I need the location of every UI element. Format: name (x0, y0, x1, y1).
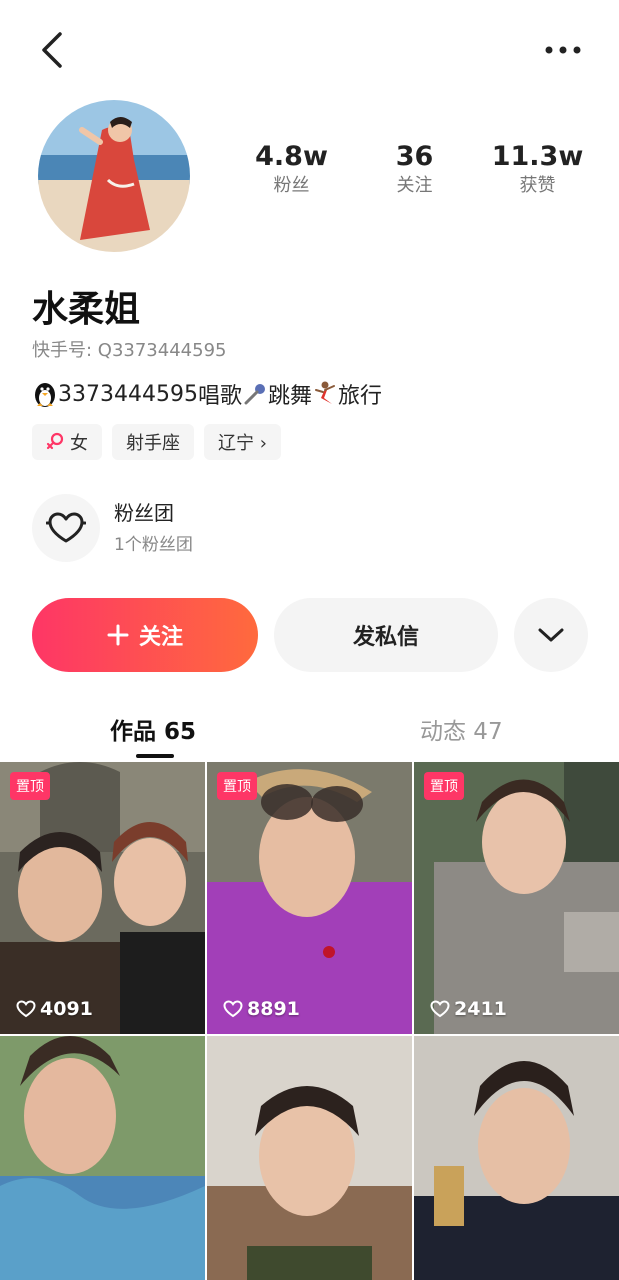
likes-label: 获赞 (519, 175, 556, 196)
tag-zodiac: 射手座 (112, 424, 194, 460)
video-thumbnail-image (0, 1036, 205, 1280)
following-count: 36 (395, 141, 434, 172)
microphone-icon (244, 384, 265, 405)
avatar[interactable] (38, 100, 190, 252)
followers-count: 4.8w (255, 141, 328, 172)
pinned-badge: 置顶 (217, 772, 257, 800)
bio-sing: 唱歌 (197, 384, 242, 409)
pinned-badge: 置顶 (424, 772, 464, 800)
heart-badge-icon (46, 512, 86, 543)
follow-button[interactable]: 关注 (32, 598, 258, 672)
more-dots-icon (545, 46, 581, 54)
tag-location[interactable]: 辽宁 › (204, 424, 281, 460)
video-thumbnail-image (207, 1036, 412, 1280)
bio-qq: 3373444595 (58, 381, 198, 407)
fanclub-icon-wrap (32, 494, 100, 562)
likes-count: 11.3w (491, 141, 584, 172)
heart-outline-icon (16, 1000, 36, 1018)
chevron-left-icon (42, 32, 62, 68)
profile-bio: 3373444595 唱歌 跳舞 旅行 (32, 378, 382, 410)
female-icon (46, 432, 64, 450)
video-thumbnail[interactable]: 置顶 8891 (207, 762, 412, 1034)
more-actions-button[interactable] (514, 598, 588, 672)
tag-zodiac-label: 射手座 (126, 433, 180, 454)
follow-button-label: 关注 (138, 625, 183, 650)
chevron-down-icon (538, 628, 564, 642)
video-grid: 置顶 4091 置顶 8891 置顶 2411 (0, 762, 619, 1280)
penguin-icon (35, 383, 55, 407)
profile-uid[interactable]: 快手号: Q3373444595 (32, 336, 226, 362)
video-thumbnail[interactable] (207, 1036, 412, 1280)
tab-active-indicator (136, 754, 174, 758)
video-thumbnail-image (414, 762, 619, 1034)
followers-label: 粉丝 (273, 175, 310, 196)
stat-likes[interactable]: 11.3w 获赞 (476, 140, 599, 210)
tag-gender: 女 (32, 424, 102, 460)
profile-actions: 关注 发私信 (32, 598, 588, 672)
tab-moments[interactable]: 动态 47 (420, 712, 503, 746)
fanclub-subtitle: 1个粉丝团 (114, 535, 193, 555)
bio-travel: 旅行 (338, 384, 383, 409)
fanclub-title: 粉丝团 (114, 501, 174, 525)
tag-gender-label: 女 (70, 433, 88, 454)
pinned-badge: 置顶 (10, 772, 50, 800)
tab-works[interactable]: 作品 65 (110, 712, 196, 746)
video-thumbnail[interactable]: 置顶 4091 (0, 762, 205, 1034)
content-tabs: 作品 65 动态 47 (0, 700, 619, 760)
bio-dance: 跳舞 (268, 384, 313, 409)
video-likes: 4091 (16, 998, 93, 1020)
send-message-button[interactable]: 发私信 (274, 598, 498, 672)
stat-followers[interactable]: 4.8w 粉丝 (230, 140, 353, 210)
video-likes: 8891 (223, 998, 300, 1020)
video-likes-count: 4091 (40, 998, 93, 1020)
heart-outline-icon (223, 1000, 243, 1018)
profile-name: 水柔姐 (32, 289, 141, 330)
video-thumbnail[interactable] (414, 1036, 619, 1280)
video-likes-count: 8891 (247, 998, 300, 1020)
plus-icon (107, 624, 129, 646)
video-thumbnail[interactable]: 置顶 2411 (414, 762, 619, 1034)
video-thumbnail[interactable] (0, 1036, 205, 1280)
more-options-button[interactable] (543, 38, 583, 62)
video-thumbnail-image (207, 762, 412, 1034)
video-likes: 2411 (430, 998, 507, 1020)
video-thumbnail-image (0, 762, 205, 1034)
stat-following[interactable]: 36 关注 (353, 140, 476, 210)
profile-stats: 4.8w 粉丝 36 关注 11.3w 获赞 (230, 140, 600, 210)
top-bar (0, 0, 619, 100)
send-message-label: 发私信 (352, 625, 419, 650)
profile-tags: 女 射手座 辽宁 › (32, 424, 281, 460)
dancer-icon (315, 381, 336, 404)
video-likes-count: 2411 (454, 998, 507, 1020)
video-thumbnail-image (414, 1036, 619, 1280)
following-label: 关注 (396, 175, 433, 196)
tag-location-label: 辽宁 › (218, 433, 267, 454)
back-button[interactable] (36, 30, 72, 70)
fanclub-entry[interactable]: 粉丝团 1个粉丝团 (32, 494, 193, 562)
heart-outline-icon (430, 1000, 450, 1018)
fanclub-text: 粉丝团 1个粉丝团 (114, 498, 193, 558)
